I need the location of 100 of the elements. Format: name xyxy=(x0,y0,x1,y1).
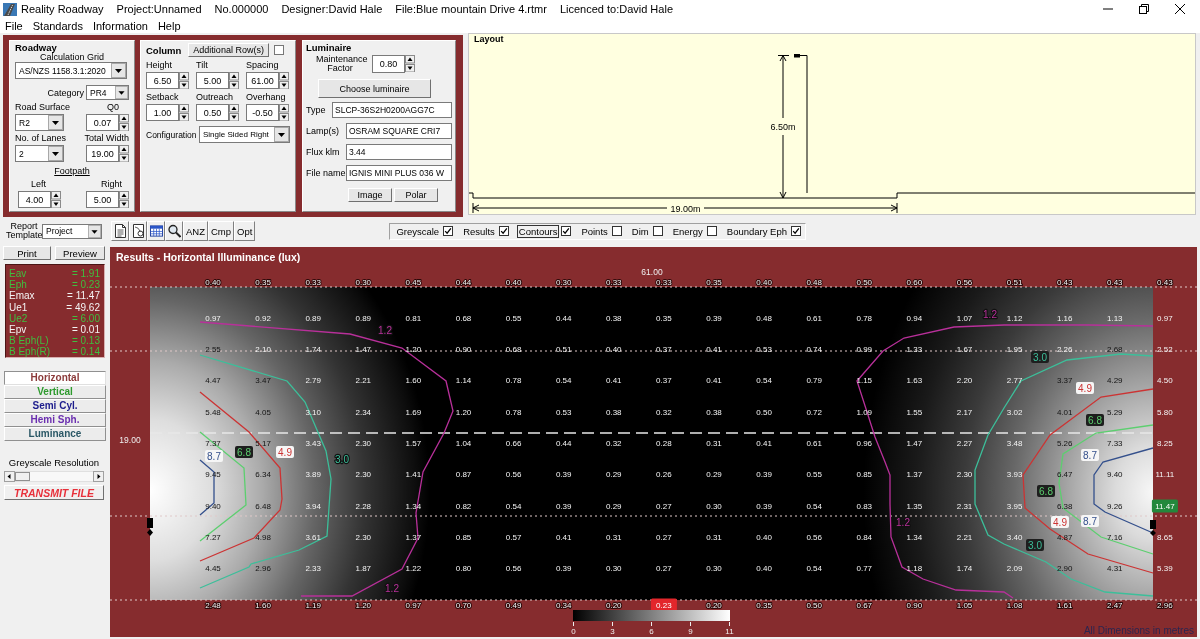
toolbar-button[interactable]: Opt xyxy=(234,221,256,241)
checkbox[interactable] xyxy=(443,226,454,236)
down-arrow-icon[interactable] xyxy=(179,80,189,89)
grid-value: 5.80 xyxy=(1157,407,1173,417)
checkbox[interactable] xyxy=(706,226,717,236)
choose-luminaire-button[interactable]: Choose luminaire xyxy=(318,79,431,98)
number-field[interactable]: 0.07 xyxy=(86,114,119,131)
menu-item[interactable]: Standards xyxy=(27,19,88,32)
panel-title: Column xyxy=(146,44,182,56)
number-field[interactable]: 1.00 xyxy=(146,104,179,121)
up-arrow-icon[interactable] xyxy=(51,191,61,200)
up-arrow-icon[interactable] xyxy=(119,191,129,200)
view-tab[interactable]: Semi Cyl. xyxy=(4,399,106,413)
sidebar-button[interactable]: Print xyxy=(3,246,51,260)
up-arrow-icon[interactable] xyxy=(405,55,415,64)
view-tab[interactable]: Horizontal xyxy=(4,371,106,385)
up-arrow-icon[interactable] xyxy=(119,145,129,154)
sidebar-button[interactable]: Preview xyxy=(55,246,105,260)
grid-value: 3.43 xyxy=(305,439,321,448)
dropdown[interactable]: 2 xyxy=(15,145,64,162)
grid-value: 6.47 xyxy=(1056,470,1073,480)
grid-value: 0.40 xyxy=(505,277,522,287)
up-arrow-icon[interactable] xyxy=(179,104,189,113)
up-arrow-icon[interactable] xyxy=(279,104,289,113)
up-arrow-icon[interactable] xyxy=(279,72,289,81)
text-field[interactable]: 3.44 xyxy=(346,144,452,160)
number-field[interactable]: -0.50 xyxy=(246,104,279,121)
down-arrow-icon[interactable] xyxy=(119,153,129,162)
dropdown[interactable]: AS/NZS 1158.3.1:2020 xyxy=(15,62,127,79)
option-label: Points xyxy=(580,224,609,238)
grid-value: 0.83 xyxy=(856,501,873,511)
number-field[interactable]: 5.00 xyxy=(86,191,119,208)
stat-label: Eav xyxy=(9,268,27,280)
toolbar-button[interactable]: ANZ xyxy=(183,221,208,241)
checkbox[interactable] xyxy=(652,226,663,236)
number-field[interactable]: 19.00 xyxy=(86,145,119,162)
grid-value: 3.37 xyxy=(1056,376,1073,386)
close-icon[interactable] xyxy=(1175,4,1185,14)
menu-item[interactable]: File xyxy=(0,19,28,32)
down-arrow-icon[interactable] xyxy=(119,122,129,131)
down-arrow-icon[interactable] xyxy=(51,199,61,208)
checkbox[interactable] xyxy=(791,226,801,236)
toolbar-button[interactable] xyxy=(147,221,165,241)
dropdown[interactable]: Project xyxy=(42,223,102,239)
checkbox[interactable] xyxy=(561,226,572,236)
slider-thumb[interactable] xyxy=(15,472,30,481)
view-tab[interactable]: Hemi Sph. xyxy=(4,413,106,427)
field-label: Right xyxy=(101,179,122,189)
transmit-file-button[interactable]: TRANSMIT FILE xyxy=(4,485,104,500)
stat-value: = 0.01 xyxy=(71,323,100,336)
up-arrow-icon[interactable] xyxy=(229,72,239,81)
toolbar-button[interactable] xyxy=(165,221,183,241)
checkbox[interactable] xyxy=(611,226,622,236)
number-field[interactable]: 0.80 xyxy=(372,55,405,73)
text-field[interactable]: IGNIS MINI PLUS 036 W xyxy=(346,165,452,181)
down-arrow-icon[interactable] xyxy=(119,199,129,208)
grid-value: 1.16 xyxy=(1056,313,1073,323)
grid-value: 0.87 xyxy=(455,470,472,480)
toolbar-button[interactable] xyxy=(111,221,129,241)
grid-value: 0.37 xyxy=(656,376,672,386)
down-arrow-icon[interactable] xyxy=(405,63,415,72)
number-field[interactable]: 6.50 xyxy=(146,72,179,89)
number-field[interactable]: 5.00 xyxy=(196,72,229,89)
panel-title: Roadway xyxy=(15,42,57,53)
number-field[interactable]: 61.00 xyxy=(246,72,279,89)
restore-icon[interactable] xyxy=(1139,4,1149,14)
up-arrow-icon[interactable] xyxy=(229,104,239,113)
grid-value: 1.08 xyxy=(1006,600,1023,610)
down-arrow-icon[interactable] xyxy=(229,112,239,121)
number-field[interactable]: 0.50 xyxy=(196,104,229,121)
checkbox[interactable] xyxy=(273,45,284,55)
text-field[interactable]: SLCP-36S2H0200AGG7C xyxy=(332,102,452,118)
number-field[interactable]: 4.00 xyxy=(18,191,51,208)
additional-rows-button[interactable]: Additional Row(s) xyxy=(188,43,269,57)
dropdown[interactable]: Single Sided Right xyxy=(199,126,290,143)
grid-value: 0.32 xyxy=(606,439,622,448)
option-label: Greyscale xyxy=(395,224,441,238)
down-arrow-icon[interactable] xyxy=(279,80,289,89)
view-tab[interactable]: Luminance xyxy=(4,427,106,441)
menu-item[interactable]: Information xyxy=(87,19,153,32)
up-arrow-icon[interactable] xyxy=(179,72,189,81)
grid-value: 0.35 xyxy=(656,313,672,323)
dropdown[interactable]: PR4 xyxy=(86,85,129,100)
luminaire-button[interactable]: Image xyxy=(348,188,392,202)
down-arrow-icon[interactable] xyxy=(279,112,289,121)
grid-value: 0.48 xyxy=(756,313,772,323)
grid-value: 1.35 xyxy=(906,501,923,511)
stat-label: Ue1 xyxy=(9,301,28,313)
text-field[interactable]: OSRAM SQUARE CRI7 xyxy=(346,123,452,139)
toolbar-button[interactable] xyxy=(129,221,147,241)
down-arrow-icon[interactable] xyxy=(179,112,189,121)
grid-value: 1.18 xyxy=(906,564,923,574)
toolbar-button[interactable]: Cmp xyxy=(208,221,235,241)
checkbox[interactable] xyxy=(498,226,509,236)
luminaire-button[interactable]: Polar xyxy=(394,188,438,202)
grid-value: 0.44 xyxy=(455,277,472,287)
menu-item[interactable]: Help xyxy=(152,19,186,32)
up-arrow-icon[interactable] xyxy=(119,114,129,123)
dropdown[interactable]: R2 xyxy=(15,114,64,131)
down-arrow-icon[interactable] xyxy=(229,80,239,89)
